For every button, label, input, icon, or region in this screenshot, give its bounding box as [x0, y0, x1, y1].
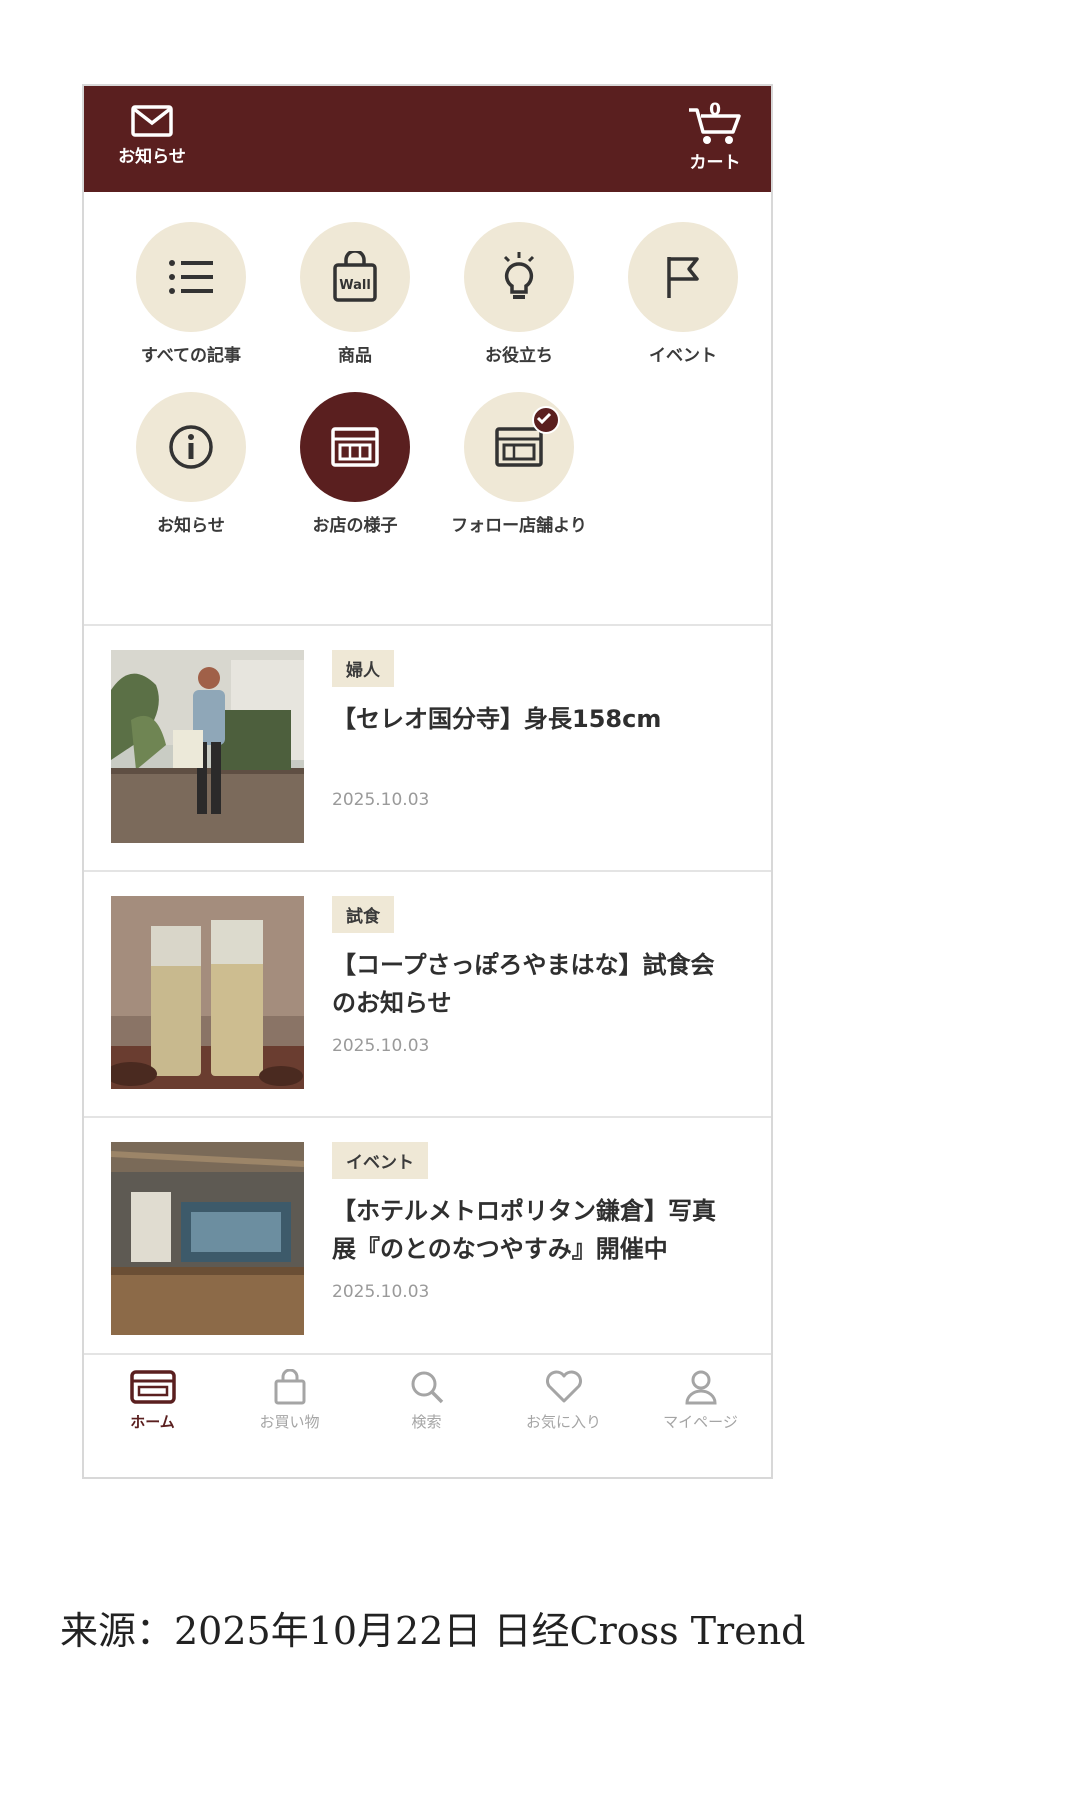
shopping-bag-icon: Wall [333, 251, 377, 302]
article-date: 2025.10.03 [332, 790, 430, 810]
tab-shopping[interactable]: お買い物 [221, 1369, 358, 1432]
tab-search[interactable]: 検索 [358, 1369, 495, 1432]
category-useful[interactable]: お役立ち [444, 222, 594, 371]
article-title: 【コープさっぽろやまはな】試食会のお知らせ [332, 951, 715, 1017]
tab-label: マイページ [663, 1413, 738, 1431]
article-date: 2025.10.03 [332, 1036, 430, 1056]
article-tag: イベント [332, 1142, 428, 1179]
svg-text:Wall: Wall [339, 278, 371, 293]
store-check-icon [495, 427, 543, 467]
category-circle: Wall [300, 222, 410, 332]
category-events[interactable]: イベント [608, 222, 758, 371]
info-icon [169, 425, 213, 469]
search-icon [411, 1371, 443, 1404]
article-item[interactable]: 試食 【コープさっぽろやまはな】試食会のお知らせ 2025.10.03 [84, 872, 771, 1116]
article-title: 【セレオ国分寺】身長158cm [332, 705, 662, 733]
category-followed-stores[interactable]: フォロー店舗より [444, 392, 594, 541]
tab-mypage[interactable]: マイページ [632, 1369, 769, 1432]
source-caption: 来源：2025年10月22日 日经Cross Trend [60, 1609, 806, 1653]
article-item[interactable]: 婦人 【セレオ国分寺】身長158cm 2025.10.03 [84, 626, 771, 870]
app-screen: お知らせ 0 カート すべての記事 Wall 商品 お役立ち イベント お知らせ… [82, 84, 773, 1479]
category-circle [136, 392, 246, 502]
category-circle [464, 392, 574, 502]
category-label: 商品 [338, 346, 372, 366]
lightbulb-icon [503, 252, 535, 299]
notice-label: お知らせ [118, 147, 186, 167]
user-icon [684, 1370, 717, 1405]
tab-label: お気に入り [525, 1413, 601, 1431]
category-all-articles[interactable]: すべての記事 [116, 222, 266, 371]
category-products[interactable]: Wall 商品 [280, 222, 430, 371]
store-icon [331, 427, 379, 467]
category-label: お役立ち [485, 346, 553, 366]
notice-button[interactable]: お知らせ [110, 104, 194, 167]
tab-label: 検索 [411, 1413, 442, 1431]
category-circle [136, 222, 246, 332]
tab-home[interactable]: ホーム [84, 1369, 221, 1432]
shopping-bag-icon [274, 1369, 305, 1405]
category-circle [464, 222, 574, 332]
category-notices[interactable]: お知らせ [116, 392, 266, 541]
article-tag: 試食 [332, 896, 394, 933]
bottom-tab-bar: ホーム お買い物 検索 お気に入り マイページ [84, 1353, 771, 1477]
article-date: 2025.10.03 [332, 1282, 430, 1302]
category-label: イベント [649, 346, 717, 366]
article-thumbnail [111, 896, 304, 1089]
cart-count: 0 [709, 100, 721, 120]
category-label: お店の様子 [312, 516, 398, 536]
home-card-icon [129, 1370, 176, 1404]
category-label: フォロー店舗より [451, 516, 587, 536]
category-label: お知らせ [157, 516, 225, 536]
article-thumbnail [111, 650, 304, 843]
list-icon [169, 260, 213, 294]
flag-icon [667, 257, 699, 298]
tab-label: ホーム [130, 1413, 175, 1431]
category-label: すべての記事 [140, 346, 242, 366]
article-item[interactable]: イベント 【ホテルメトロポリタン鎌倉】写真展『のとのなつやすみ』開催中 2025… [84, 1118, 771, 1362]
heart-icon [545, 1370, 582, 1403]
check-badge-icon [532, 406, 560, 434]
category-circle [628, 222, 738, 332]
app-header: お知らせ 0 カート [84, 86, 771, 192]
category-circle-active [300, 392, 410, 502]
cart-label: カート [689, 153, 741, 173]
category-store-scene[interactable]: お店の様子 [280, 392, 430, 541]
article-tag: 婦人 [332, 650, 394, 687]
article-title: 【ホテルメトロポリタン鎌倉】写真展『のとのなつやすみ』開催中 [332, 1197, 716, 1263]
article-thumbnail [111, 1142, 304, 1335]
cart-button[interactable]: 0 カート [678, 100, 752, 173]
tab-label: お買い物 [259, 1413, 320, 1431]
envelope-icon [131, 105, 173, 137]
tab-favorites[interactable]: お気に入り [495, 1369, 632, 1432]
